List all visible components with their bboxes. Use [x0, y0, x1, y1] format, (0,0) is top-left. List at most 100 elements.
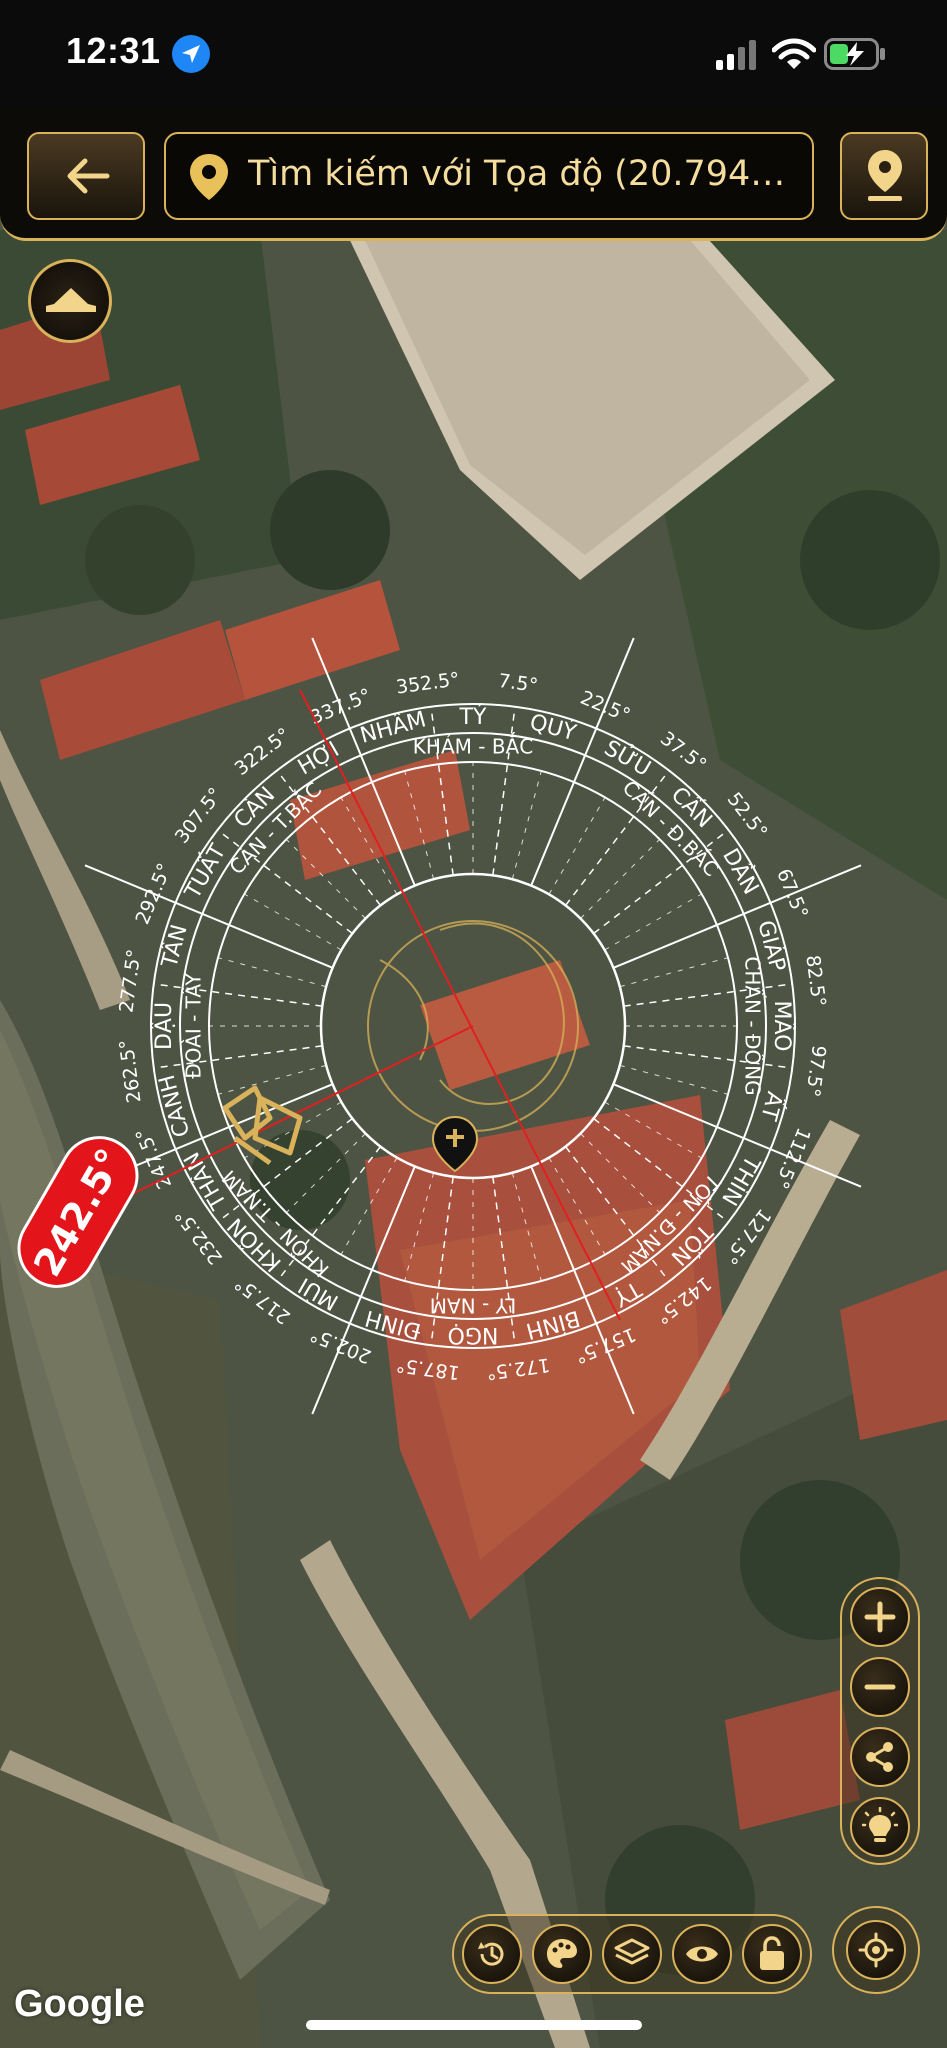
search-input[interactable]: Tìm kiếm với Tọa độ (20.7949... [164, 132, 814, 220]
compass-degree-label: 22.5° [577, 687, 633, 727]
compass-mid-line [511, 1172, 542, 1282]
eye-icon [686, 1946, 718, 1962]
palette-button[interactable] [532, 1924, 592, 1984]
compass-mountain-label: ĐINH [363, 1305, 424, 1344]
satellite-map[interactable]: 7.5° 22.5° 37.5° 52.5° 67.5° 82.5° 97.5° 112.5°… [0, 0, 947, 2048]
compass-mid-line [548, 1157, 606, 1255]
location-arrow-icon [172, 35, 210, 73]
compass-degree-label: 322.5° [231, 724, 295, 780]
compass-mid-line [404, 1172, 435, 1282]
eye-button[interactable] [672, 1924, 732, 1984]
compass-sector-line [153, 1045, 323, 1069]
lock-icon [760, 1936, 784, 1970]
compass-degree-label: 52.5° [723, 788, 772, 842]
compass-sector-line [623, 1045, 793, 1069]
compass-mid-line [548, 797, 606, 895]
compass-sector-line [430, 1176, 454, 1346]
compass-degree-label: 97.5° [801, 1044, 830, 1098]
compass-sector-line [492, 1176, 516, 1346]
search-header: Tìm kiếm với Tọa độ (20.7949... [0, 110, 947, 241]
target-icon [858, 1932, 894, 1968]
wifi-icon [772, 38, 816, 69]
arrow-left-icon [67, 158, 110, 194]
status-bar: 12:31 [0, 0, 947, 110]
target-button[interactable] [832, 1906, 920, 1994]
compass-mid-line [604, 1101, 702, 1159]
map-control-stack [840, 1577, 920, 1865]
compass-mountain-label: DẦN [717, 843, 765, 899]
house-marker-icon [222, 1085, 303, 1166]
compass-degree-label: 67.5° [772, 866, 812, 922]
bottom-toolbar [452, 1914, 812, 1994]
locate-button[interactable] [840, 132, 928, 220]
layers-icon [614, 1938, 650, 1965]
status-time: 12:31 [66, 30, 161, 71]
compass-degree-label: 82.5° [801, 954, 830, 1008]
compass-degree-label: 232.5° [171, 1204, 227, 1268]
compass-mid-line [580, 1133, 661, 1214]
compass-mountain-label: THÌN [716, 1150, 765, 1210]
lightbulb-icon [862, 1807, 898, 1842]
target-inner [846, 1920, 906, 1980]
compass-trigram-label: LY - NAM [430, 1294, 517, 1318]
layers-button[interactable] [602, 1924, 662, 1984]
compass-degree-label: 307.5° [171, 784, 227, 848]
plus-icon [864, 1601, 896, 1633]
center-pin-icon [431, 1115, 479, 1173]
compass-mid-line [619, 1064, 729, 1095]
compass-mid-line [340, 1157, 398, 1255]
hat-icon [46, 288, 96, 312]
compass-mid-line [604, 893, 702, 951]
palette-icon [547, 1939, 577, 1968]
compass-degree-label: 37.5° [656, 727, 710, 776]
compass-mountain-label: MÃO [769, 1001, 796, 1052]
zoom-out-button[interactable] [850, 1657, 910, 1717]
compass-mid-line [511, 770, 542, 880]
collapse-button[interactable] [28, 259, 112, 343]
minus-icon [864, 1684, 896, 1690]
compass-degree-label: 277.5° [115, 948, 145, 1014]
compass-sector-line [153, 983, 323, 1007]
history-icon [478, 1942, 504, 1966]
map-pin-icon [190, 154, 228, 200]
compass-degree-label: 262.5° [115, 1038, 145, 1104]
luopan-compass: 7.5°22.5°37.5°52.5°67.5°82.5°97.5°112.5°… [84, 637, 862, 1415]
compass-mid-line [404, 770, 435, 880]
lock-button[interactable] [742, 1924, 802, 1984]
compass-sector-line [492, 706, 516, 876]
battery-charging-icon [824, 38, 885, 70]
compass-mid-line [580, 838, 661, 919]
compass-degree-label: 142.5° [651, 1272, 715, 1328]
compass-trigram-label: CÀN - T.BẮC [223, 776, 326, 879]
compass-degree-label: 7.5° [497, 670, 539, 697]
compass-mountain-label: SỬU [600, 734, 656, 782]
back-button[interactable] [27, 132, 145, 220]
compass-degree-label: 172.5° [485, 1353, 551, 1383]
share-button[interactable] [850, 1727, 910, 1787]
compass-trigram-label: CHẤN - ĐÔNG [741, 956, 766, 1095]
compass-mountain-label: NGỌ [448, 1322, 499, 1347]
brightness-button[interactable] [850, 1797, 910, 1857]
compass-sector-line [430, 706, 454, 876]
compass-degree-label: 217.5° [231, 1272, 295, 1328]
share-icon [866, 1742, 893, 1772]
compass-trigram-label: ĐOÀI - TÂY [182, 973, 206, 1079]
map-pin-icon [868, 150, 902, 201]
compass-mountain-label: TỴ [609, 1275, 646, 1311]
compass-mid-line [340, 797, 398, 895]
compass-degree-label: 127.5° [719, 1204, 775, 1268]
compass-mid-line [217, 957, 327, 988]
zoom-in-button[interactable] [850, 1587, 910, 1647]
compass-degree-label: 352.5° [395, 668, 461, 698]
compass-trigram-label: KHẢM - BẮC [413, 733, 533, 759]
compass-mid-line [285, 838, 366, 919]
compass-sector-line [623, 983, 793, 1007]
compass-mountain-label: QUÝ [527, 709, 580, 746]
search-text: Tìm kiếm với Tọa độ (20.7949... [248, 154, 803, 194]
history-button[interactable] [462, 1924, 522, 1984]
compass-mid-line [244, 893, 342, 951]
cellular-signal-icon [716, 40, 756, 70]
compass-mountain-label: HỢI [294, 737, 344, 780]
compass-mid-line [619, 957, 729, 988]
compass-degree-label: 187.5° [395, 1353, 461, 1383]
